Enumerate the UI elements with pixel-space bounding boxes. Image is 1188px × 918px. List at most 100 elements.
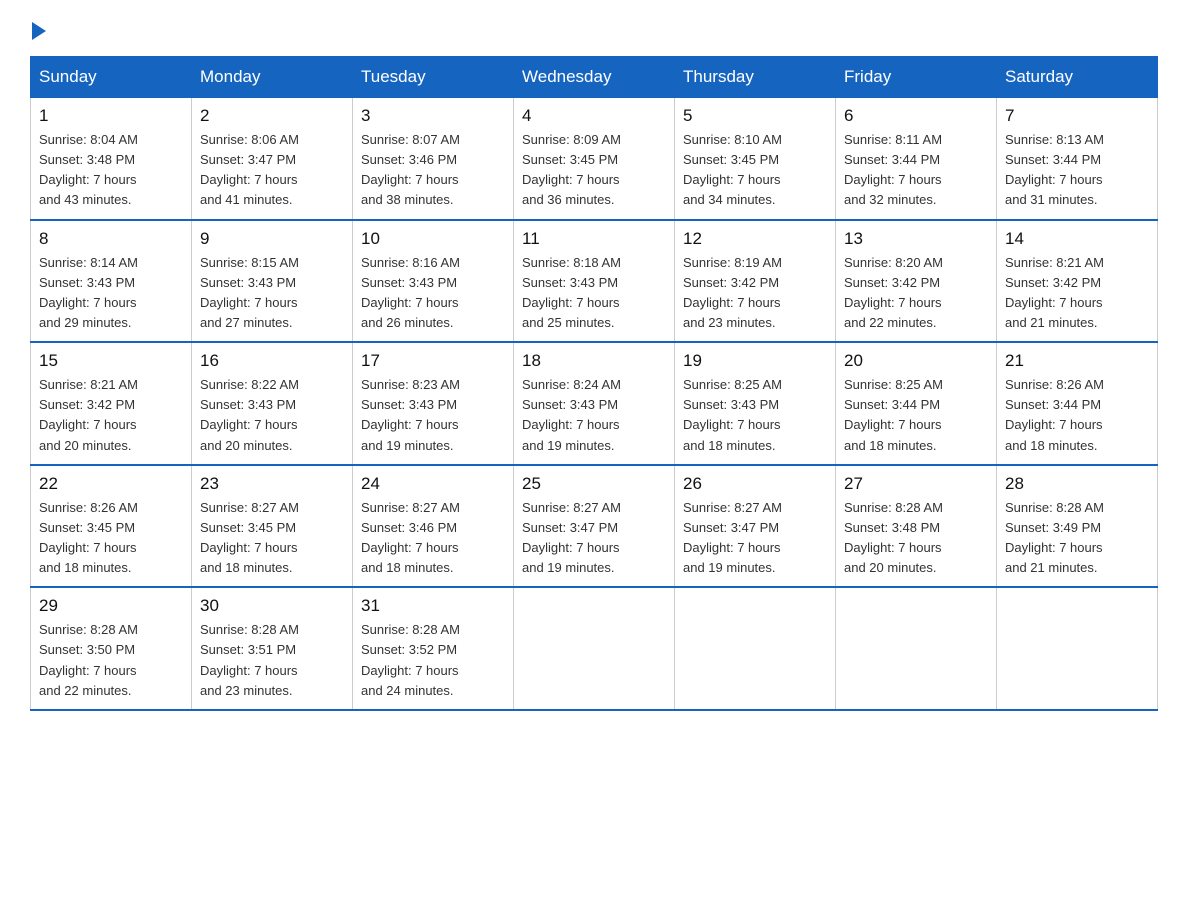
day-info: Sunrise: 8:22 AMSunset: 3:43 PMDaylight:… xyxy=(200,377,299,452)
day-number: 31 xyxy=(361,596,505,616)
day-info: Sunrise: 8:04 AMSunset: 3:48 PMDaylight:… xyxy=(39,132,138,207)
calendar-cell: 18Sunrise: 8:24 AMSunset: 3:43 PMDayligh… xyxy=(514,342,675,465)
calendar-cell: 31Sunrise: 8:28 AMSunset: 3:52 PMDayligh… xyxy=(353,587,514,710)
day-info: Sunrise: 8:21 AMSunset: 3:42 PMDaylight:… xyxy=(1005,255,1104,330)
calendar-cell xyxy=(997,587,1158,710)
day-info: Sunrise: 8:06 AMSunset: 3:47 PMDaylight:… xyxy=(200,132,299,207)
week-row-4: 22 Sunrise: 8:26 AMSunset: 3:45 PMDayligh… xyxy=(31,465,1158,588)
day-info: Sunrise: 8:20 AMSunset: 3:42 PMDaylight:… xyxy=(844,255,943,330)
day-number: 15 xyxy=(39,351,183,371)
day-number: 27 xyxy=(844,474,988,494)
day-number: 5 xyxy=(683,106,827,126)
day-number: 3 xyxy=(361,106,505,126)
day-info: Sunrise: 8:11 AMSunset: 3:44 PMDaylight:… xyxy=(844,132,942,207)
calendar-cell: 6Sunrise: 8:11 AMSunset: 3:44 PMDaylight… xyxy=(836,98,997,220)
day-info: Sunrise: 8:27 AMSunset: 3:47 PMDaylight:… xyxy=(683,500,782,575)
day-number: 29 xyxy=(39,596,183,616)
calendar-cell: 22 Sunrise: 8:26 AMSunset: 3:45 PMDayligh… xyxy=(31,465,192,588)
header-cell-sunday: Sunday xyxy=(31,57,192,98)
day-info: Sunrise: 8:26 AMSunset: 3:44 PMDaylight:… xyxy=(1005,377,1104,452)
day-number: 24 xyxy=(361,474,505,494)
day-info: Sunrise: 8:27 AMSunset: 3:47 PMDaylight:… xyxy=(522,500,621,575)
header-cell-wednesday: Wednesday xyxy=(514,57,675,98)
day-info: Sunrise: 8:27 AMSunset: 3:45 PMDaylight:… xyxy=(200,500,299,575)
calendar-cell: 16Sunrise: 8:22 AMSunset: 3:43 PMDayligh… xyxy=(192,342,353,465)
week-row-2: 8 Sunrise: 8:14 AMSunset: 3:43 PMDaylight… xyxy=(31,220,1158,343)
day-number: 2 xyxy=(200,106,344,126)
day-number: 10 xyxy=(361,229,505,249)
day-info: Sunrise: 8:28 AMSunset: 3:50 PMDaylight:… xyxy=(39,622,138,697)
calendar-cell: 11Sunrise: 8:18 AMSunset: 3:43 PMDayligh… xyxy=(514,220,675,343)
day-number: 18 xyxy=(522,351,666,371)
calendar-cell xyxy=(675,587,836,710)
day-number: 22 xyxy=(39,474,183,494)
calendar-cell: 9 Sunrise: 8:15 AMSunset: 3:43 PMDaylight… xyxy=(192,220,353,343)
day-number: 28 xyxy=(1005,474,1149,494)
week-row-5: 29 Sunrise: 8:28 AMSunset: 3:50 PMDayligh… xyxy=(31,587,1158,710)
header-cell-friday: Friday xyxy=(836,57,997,98)
day-number: 9 xyxy=(200,229,344,249)
calendar-cell xyxy=(836,587,997,710)
calendar-cell: 20 Sunrise: 8:25 AMSunset: 3:44 PMDayligh… xyxy=(836,342,997,465)
day-info: Sunrise: 8:23 AMSunset: 3:43 PMDaylight:… xyxy=(361,377,460,452)
week-row-3: 15 Sunrise: 8:21 AMSunset: 3:42 PMDayligh… xyxy=(31,342,1158,465)
day-number: 19 xyxy=(683,351,827,371)
day-number: 1 xyxy=(39,106,183,126)
day-info: Sunrise: 8:13 AMSunset: 3:44 PMDaylight:… xyxy=(1005,132,1104,207)
page-header xyxy=(30,20,1158,36)
calendar-cell: 28 Sunrise: 8:28 AMSunset: 3:49 PMDayligh… xyxy=(997,465,1158,588)
calendar-cell: 30 Sunrise: 8:28 AMSunset: 3:51 PMDayligh… xyxy=(192,587,353,710)
calendar-cell: 19 Sunrise: 8:25 AMSunset: 3:43 PMDayligh… xyxy=(675,342,836,465)
calendar-cell: 3Sunrise: 8:07 AMSunset: 3:46 PMDaylight… xyxy=(353,98,514,220)
calendar-cell: 29 Sunrise: 8:28 AMSunset: 3:50 PMDayligh… xyxy=(31,587,192,710)
day-number: 8 xyxy=(39,229,183,249)
day-number: 20 xyxy=(844,351,988,371)
calendar-cell xyxy=(514,587,675,710)
day-info: Sunrise: 8:28 AMSunset: 3:49 PMDaylight:… xyxy=(1005,500,1104,575)
day-info: Sunrise: 8:25 AMSunset: 3:43 PMDaylight:… xyxy=(683,377,782,452)
day-number: 7 xyxy=(1005,106,1149,126)
calendar-cell: 27 Sunrise: 8:28 AMSunset: 3:48 PMDayligh… xyxy=(836,465,997,588)
calendar-cell: 5 Sunrise: 8:10 AMSunset: 3:45 PMDaylight… xyxy=(675,98,836,220)
calendar-cell: 7 Sunrise: 8:13 AMSunset: 3:44 PMDaylight… xyxy=(997,98,1158,220)
day-number: 12 xyxy=(683,229,827,249)
header-cell-saturday: Saturday xyxy=(997,57,1158,98)
day-number: 13 xyxy=(844,229,988,249)
day-info: Sunrise: 8:14 AMSunset: 3:43 PMDaylight:… xyxy=(39,255,138,330)
day-info: Sunrise: 8:25 AMSunset: 3:44 PMDaylight:… xyxy=(844,377,943,452)
header-cell-thursday: Thursday xyxy=(675,57,836,98)
day-info: Sunrise: 8:28 AMSunset: 3:51 PMDaylight:… xyxy=(200,622,299,697)
day-info: Sunrise: 8:21 AMSunset: 3:42 PMDaylight:… xyxy=(39,377,138,452)
day-info: Sunrise: 8:15 AMSunset: 3:43 PMDaylight:… xyxy=(200,255,299,330)
day-info: Sunrise: 8:10 AMSunset: 3:45 PMDaylight:… xyxy=(683,132,782,207)
day-number: 17 xyxy=(361,351,505,371)
header-row: SundayMondayTuesdayWednesdayThursdayFrid… xyxy=(31,57,1158,98)
day-info: Sunrise: 8:27 AMSunset: 3:46 PMDaylight:… xyxy=(361,500,460,575)
day-info: Sunrise: 8:26 AMSunset: 3:45 PMDaylight:… xyxy=(39,500,138,575)
calendar-table: SundayMondayTuesdayWednesdayThursdayFrid… xyxy=(30,56,1158,711)
calendar-cell: 17 Sunrise: 8:23 AMSunset: 3:43 PMDayligh… xyxy=(353,342,514,465)
logo-arrow-icon xyxy=(32,22,46,40)
header-cell-tuesday: Tuesday xyxy=(353,57,514,98)
day-number: 26 xyxy=(683,474,827,494)
logo xyxy=(30,20,46,36)
calendar-body: 1 Sunrise: 8:04 AMSunset: 3:48 PMDaylight… xyxy=(31,98,1158,710)
day-number: 30 xyxy=(200,596,344,616)
calendar-cell: 1 Sunrise: 8:04 AMSunset: 3:48 PMDaylight… xyxy=(31,98,192,220)
week-row-1: 1 Sunrise: 8:04 AMSunset: 3:48 PMDaylight… xyxy=(31,98,1158,220)
calendar-cell: 13 Sunrise: 8:20 AMSunset: 3:42 PMDayligh… xyxy=(836,220,997,343)
day-info: Sunrise: 8:28 AMSunset: 3:48 PMDaylight:… xyxy=(844,500,943,575)
calendar-cell: 8 Sunrise: 8:14 AMSunset: 3:43 PMDaylight… xyxy=(31,220,192,343)
day-number: 25 xyxy=(522,474,666,494)
calendar-cell: 14Sunrise: 8:21 AMSunset: 3:42 PMDayligh… xyxy=(997,220,1158,343)
calendar-cell: 10Sunrise: 8:16 AMSunset: 3:43 PMDayligh… xyxy=(353,220,514,343)
calendar-cell: 23 Sunrise: 8:27 AMSunset: 3:45 PMDayligh… xyxy=(192,465,353,588)
header-cell-monday: Monday xyxy=(192,57,353,98)
calendar-cell: 2 Sunrise: 8:06 AMSunset: 3:47 PMDaylight… xyxy=(192,98,353,220)
day-info: Sunrise: 8:09 AMSunset: 3:45 PMDaylight:… xyxy=(522,132,621,207)
day-number: 23 xyxy=(200,474,344,494)
calendar-cell: 26 Sunrise: 8:27 AMSunset: 3:47 PMDayligh… xyxy=(675,465,836,588)
day-number: 11 xyxy=(522,229,666,249)
calendar-cell: 4Sunrise: 8:09 AMSunset: 3:45 PMDaylight… xyxy=(514,98,675,220)
calendar-cell: 15 Sunrise: 8:21 AMSunset: 3:42 PMDayligh… xyxy=(31,342,192,465)
